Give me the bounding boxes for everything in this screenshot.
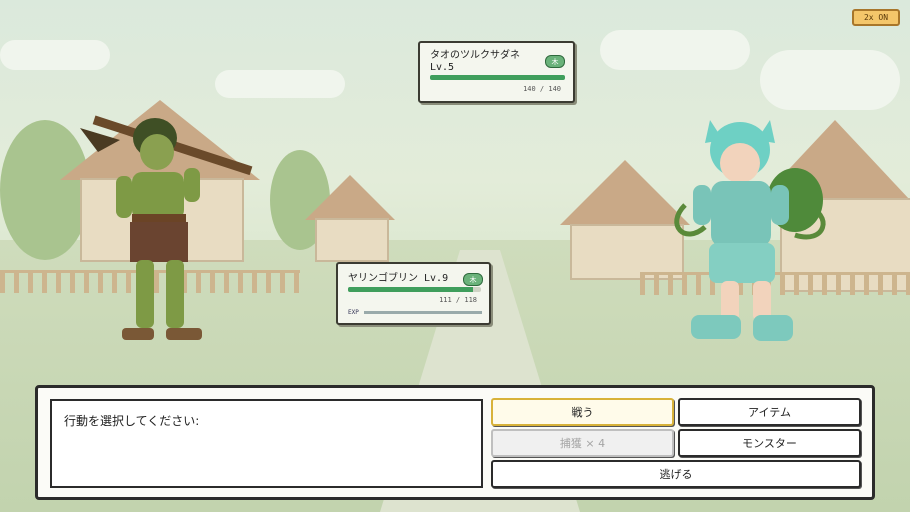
cloud — [760, 50, 900, 110]
exp-label: EXP — [348, 309, 359, 316]
house — [315, 218, 389, 262]
monster-button[interactable]: モンスター — [678, 429, 861, 457]
run-button[interactable]: 逃げる — [491, 460, 861, 488]
enemy-hp-bar — [430, 75, 565, 80]
enemy-hp-text: 140 / 140 — [523, 85, 561, 93]
cloud — [0, 40, 110, 70]
exp-bar — [364, 311, 482, 314]
player-hp-fill — [348, 287, 474, 292]
enemy-name: タオのツルクサダネ — [430, 50, 520, 61]
fight-button[interactable]: 戦う — [491, 398, 674, 426]
cloud — [600, 30, 750, 70]
speed-toggle-button[interactable]: 2x ON — [852, 9, 900, 26]
battle-message-box: 行動を選択してください: — [50, 399, 483, 488]
enemy-hp-fill — [430, 75, 565, 80]
grass-element-icon: 木 — [545, 55, 565, 68]
cloud — [215, 70, 345, 98]
capture-button[interactable]: 捕獲 × 4 — [491, 429, 674, 457]
player-status-panel: ヤリンゴブリン Lv.9 木 111 / 118 EXP — [336, 262, 491, 325]
player-hp-bar — [348, 287, 481, 292]
enemy-level: Lv.5 — [430, 62, 455, 73]
item-button[interactable]: アイテム — [678, 398, 861, 426]
goblin-monster-sprite — [80, 115, 253, 340]
player-hp-text: 111 / 118 — [439, 296, 477, 304]
tree — [0, 120, 90, 260]
vine-sprout-monster-sprite — [674, 120, 826, 341]
grass-element-icon: 木 — [463, 273, 483, 286]
enemy-status-panel: タオのツルクサダネ Lv.5 木 140 / 140 — [418, 41, 575, 103]
player-name-level: ヤリンゴブリン Lv.9 — [348, 273, 449, 284]
